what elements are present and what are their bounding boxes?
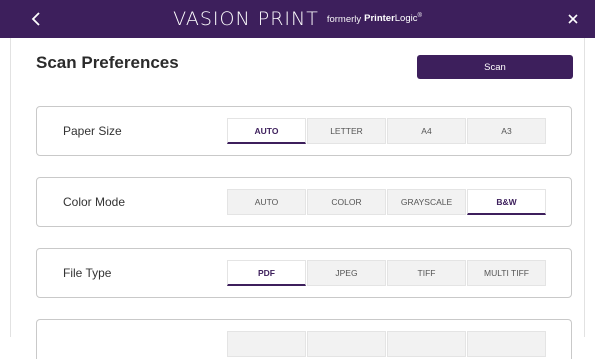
next-setting-option[interactable]: [307, 331, 386, 357]
color-mode-label: Color Mode: [63, 195, 126, 209]
color-mode-option-grayscale[interactable]: GRAYSCALE: [387, 189, 466, 215]
registered-mark: ®: [417, 13, 422, 20]
brand-old-name: PrinterLogic®: [364, 13, 422, 24]
file-type-option-pdf[interactable]: PDF: [227, 260, 306, 286]
file-type-option-jpeg[interactable]: JPEG: [307, 260, 386, 286]
color-mode-options: AUTO COLOR GRAYSCALE B&W: [227, 189, 547, 215]
file-type-label: File Type: [63, 266, 112, 280]
paper-size-card: Paper Size AUTO LETTER A4 A3: [36, 106, 572, 156]
paper-size-label: Paper Size: [63, 124, 122, 138]
next-setting-option[interactable]: [227, 331, 306, 357]
next-setting-options: [227, 331, 547, 357]
close-icon: [568, 14, 578, 24]
color-mode-option-bw[interactable]: B&W: [467, 189, 546, 215]
scan-button[interactable]: Scan: [417, 55, 573, 79]
file-type-options: PDF JPEG TIFF MULTI TIFF: [227, 260, 547, 286]
brand-formerly-text: formerly: [326, 13, 362, 25]
brand-name: VASION PRINT: [173, 8, 319, 30]
brand-old-name-regular: Logic: [394, 13, 418, 25]
app-header: VASION PRINT formerly PrinterLogic®: [0, 0, 595, 38]
page-title: Scan Preferences: [36, 53, 179, 72]
brand-logo: VASION PRINT formerly PrinterLogic®: [0, 0, 595, 38]
brand-old-name-bold: Printer: [364, 13, 395, 25]
file-type-option-multi-tiff[interactable]: MULTI TIFF: [467, 260, 546, 286]
paper-size-option-a4[interactable]: A4: [387, 118, 466, 144]
close-button[interactable]: [563, 8, 583, 30]
next-setting-option[interactable]: [387, 331, 466, 357]
color-mode-card: Color Mode AUTO COLOR GRAYSCALE B&W: [36, 177, 572, 227]
file-type-card: File Type PDF JPEG TIFF MULTI TIFF: [36, 248, 572, 298]
next-setting-card: [36, 319, 572, 359]
next-setting-option[interactable]: [467, 331, 546, 357]
file-type-option-tiff[interactable]: TIFF: [387, 260, 466, 286]
color-mode-option-color[interactable]: COLOR: [307, 189, 386, 215]
paper-size-options: AUTO LETTER A4 A3: [227, 118, 547, 144]
paper-size-option-a3[interactable]: A3: [467, 118, 546, 144]
paper-size-option-auto[interactable]: AUTO: [227, 118, 306, 144]
paper-size-option-letter[interactable]: LETTER: [307, 118, 386, 144]
color-mode-option-auto[interactable]: AUTO: [227, 189, 306, 215]
